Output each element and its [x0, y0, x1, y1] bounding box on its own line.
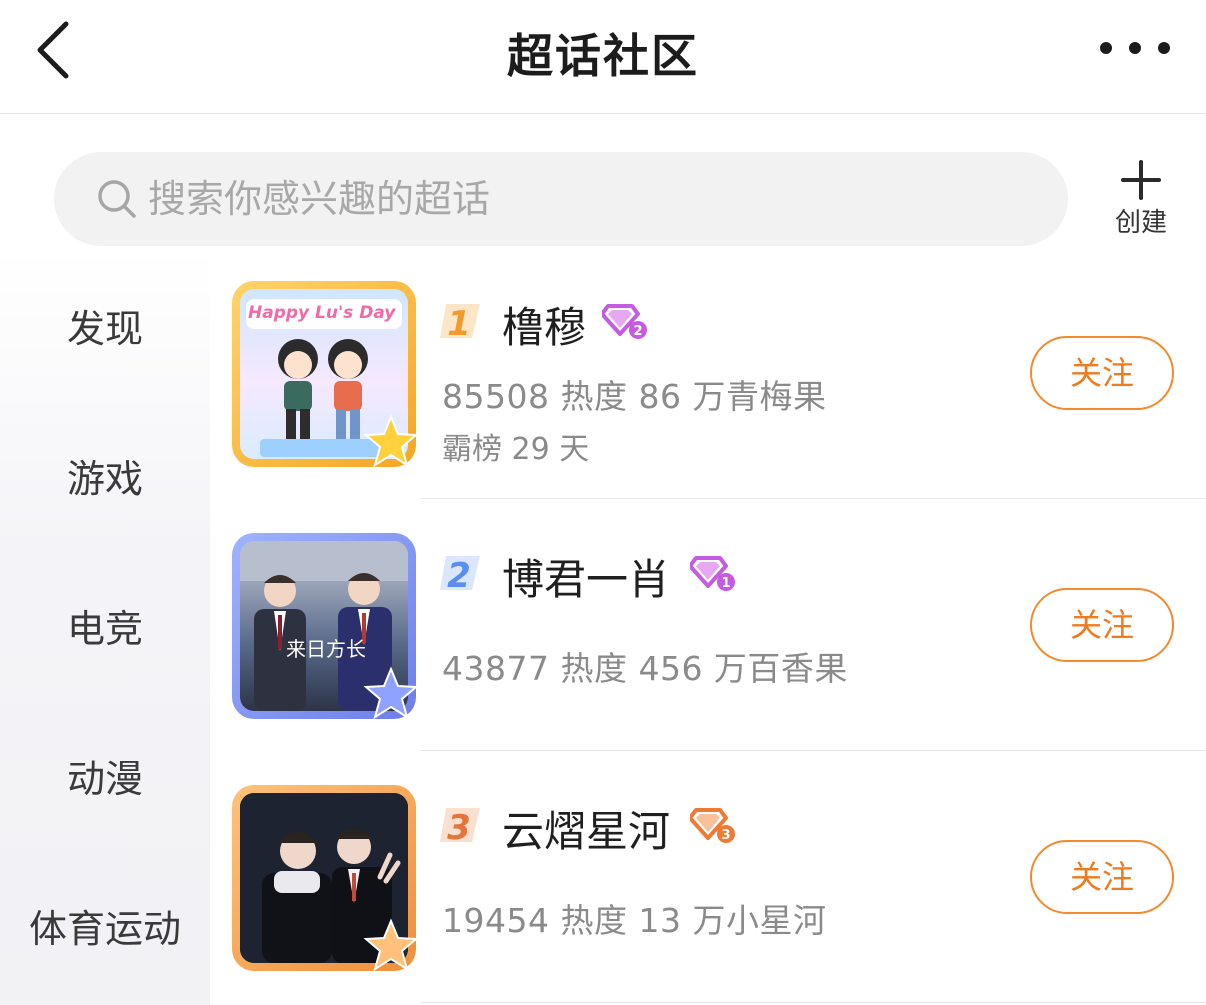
avatar[interactable]: Happy Lu's Day: [232, 281, 419, 468]
more-dot-icon: [1100, 42, 1112, 54]
avatar-caption: 来日方长: [286, 637, 366, 661]
diamond-badge-icon: 1: [690, 556, 735, 591]
star-icon: [363, 918, 419, 972]
create-button[interactable]: 创建: [1104, 160, 1178, 240]
sidebar-item-anime[interactable]: 动漫: [0, 748, 210, 803]
topic-name[interactable]: 博君一肖: [502, 546, 670, 607]
rank-number: 1: [447, 304, 471, 342]
rank-icon: 3: [440, 808, 480, 846]
topic-stats: 43877 热度 456 万百香果: [442, 649, 848, 688]
plus-icon: [1121, 160, 1161, 200]
sidebar-item-games[interactable]: 游戏: [0, 448, 210, 503]
follow-button[interactable]: 关注: [1030, 336, 1174, 410]
divider: [420, 1002, 1206, 1003]
sidebar-item-esports[interactable]: 电竞: [0, 598, 210, 653]
diamond-badge-icon: 3: [690, 808, 735, 843]
more-dot-icon: [1158, 42, 1170, 54]
more-button[interactable]: [1100, 38, 1170, 58]
avatar[interactable]: [232, 785, 419, 972]
search-input[interactable]: [148, 172, 1028, 226]
list-item[interactable]: 来日方长 2 博君一肖 1 43877 热度 456 万百香果 关注: [210, 502, 1206, 754]
topic-stats: 85508 热度 86 万青梅果: [442, 377, 827, 416]
avatar[interactable]: 来日方长: [232, 533, 419, 720]
search-icon: [98, 180, 136, 218]
badge-level: 2: [633, 324, 642, 339]
topic-name[interactable]: 橹穆: [502, 294, 586, 355]
search-bar[interactable]: [54, 152, 1068, 246]
page-title: 超话社区: [507, 29, 699, 83]
star-icon: [363, 666, 419, 720]
star-icon: [363, 414, 419, 468]
rank-icon: 1: [440, 304, 480, 342]
topic-name[interactable]: 云熠星河: [502, 798, 670, 859]
diamond-badge-icon: 2: [602, 304, 647, 339]
topic-list: Happy Lu's Day 1 橹穆 2 85508 热度 86 万青梅果 霸…: [210, 250, 1206, 1005]
follow-button[interactable]: 关注: [1030, 588, 1174, 662]
avatar-caption: Happy Lu's Day: [248, 303, 396, 323]
follow-button[interactable]: 关注: [1030, 840, 1174, 914]
rank-number: 2: [447, 556, 471, 594]
sidebar-item-discover[interactable]: 发现: [0, 298, 210, 353]
rank-number: 3: [447, 808, 471, 846]
list-item[interactable]: Happy Lu's Day 1 橹穆 2 85508 热度 86 万青梅果 霸…: [210, 250, 1206, 502]
create-label: 创建: [1114, 208, 1167, 238]
top-bar: 超话社区: [0, 0, 1206, 114]
rank-icon: 2: [440, 556, 480, 594]
category-sidebar: 发现 游戏 电竞 动漫 体育运动: [0, 250, 210, 1005]
badge-level: 1: [721, 576, 730, 591]
topic-streak: 霸榜 29 天: [442, 432, 590, 467]
divider: [420, 498, 1206, 499]
more-dot-icon: [1129, 42, 1141, 54]
divider: [420, 750, 1206, 751]
sidebar-item-sports[interactable]: 体育运动: [0, 898, 210, 953]
badge-level: 3: [721, 828, 730, 843]
topic-stats: 19454 热度 13 万小星河: [442, 901, 827, 940]
list-item[interactable]: 3 云熠星河 3 19454 热度 13 万小星河 关注: [210, 754, 1206, 1005]
